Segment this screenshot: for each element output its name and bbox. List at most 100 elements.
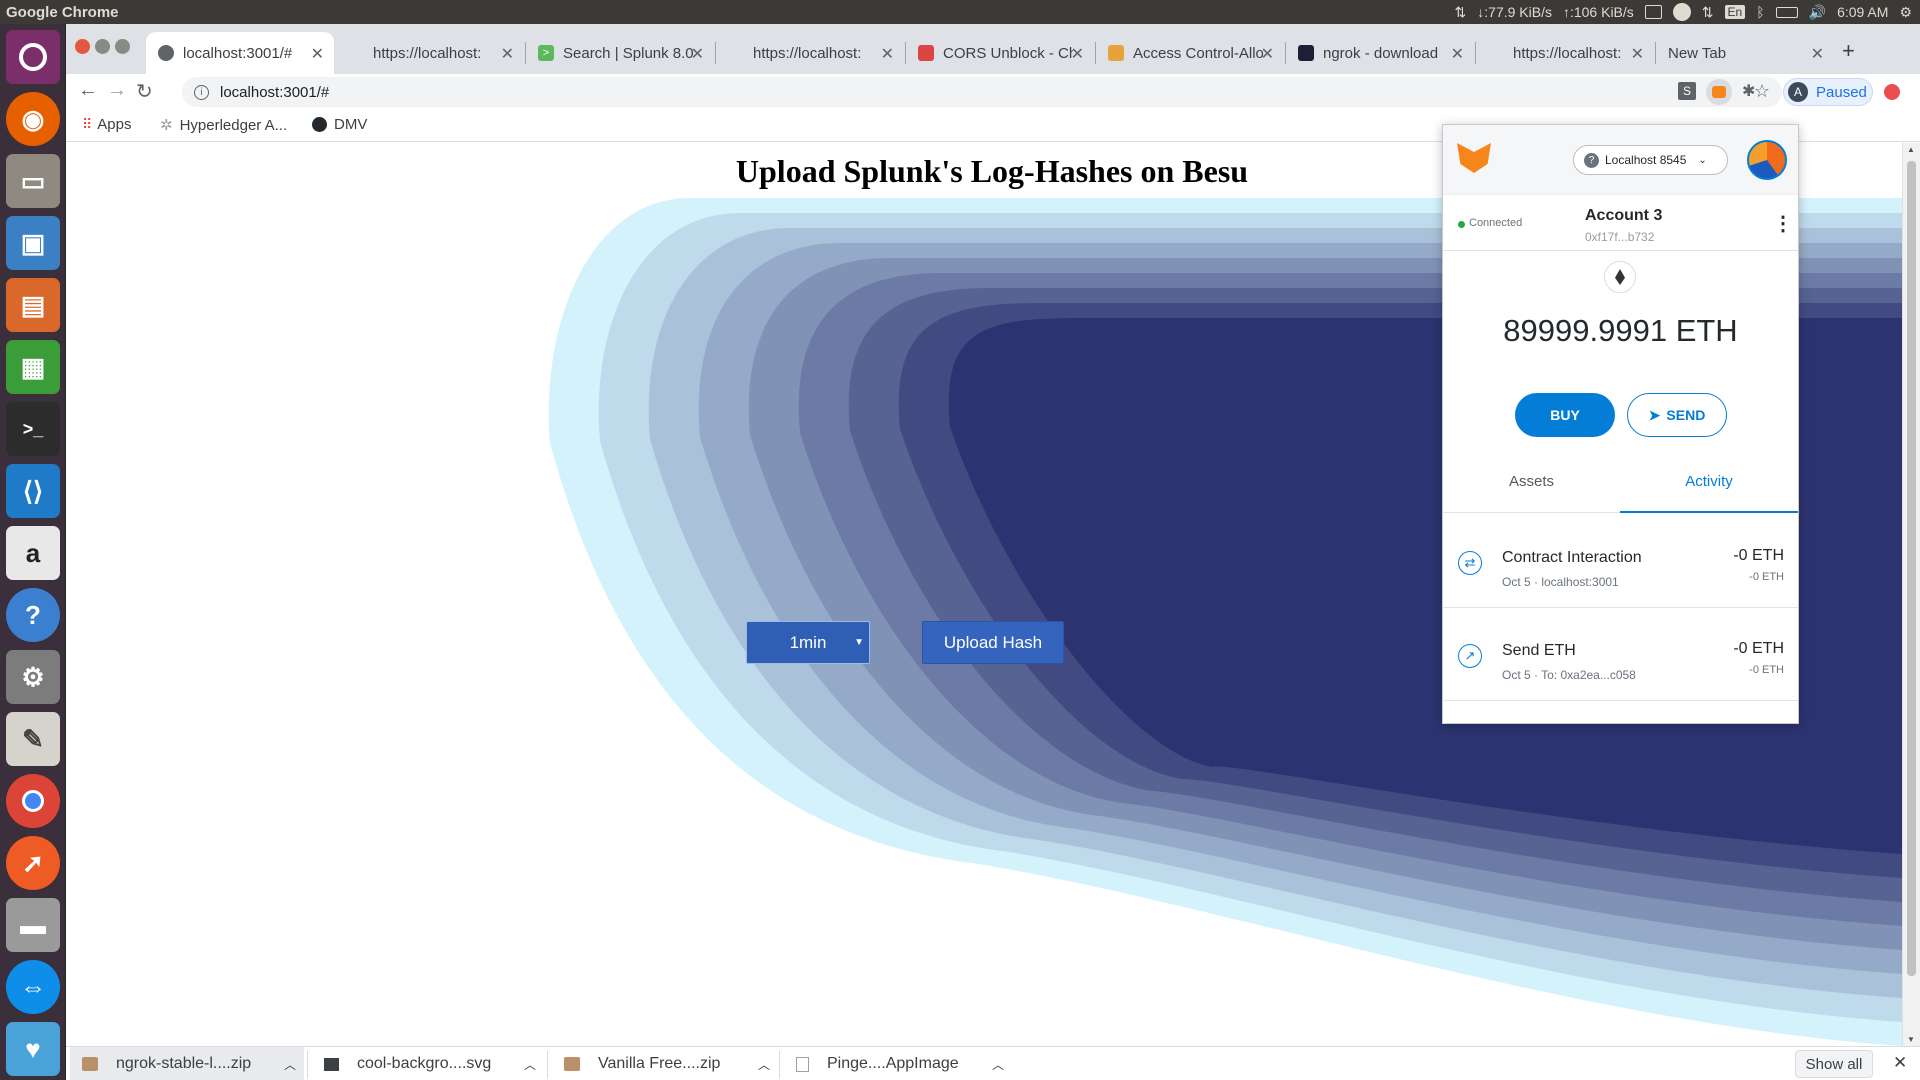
- vpn-icon[interactable]: ♥: [6, 1022, 60, 1076]
- close-tab-icon[interactable]: ✕: [691, 44, 704, 64]
- page-icon: [1488, 45, 1504, 61]
- new-tab-button[interactable]: +: [1842, 38, 1855, 64]
- image-viewer-icon[interactable]: ▣: [6, 216, 60, 270]
- chevron-up-icon[interactable]: ︿: [524, 1056, 536, 1073]
- tab-cors-unblock[interactable]: CORS Unblock - Chr ✕: [906, 32, 1094, 74]
- activity-item[interactable]: ⇄ Contract Interaction Oct 5 · localhost…: [1443, 516, 1798, 608]
- teamviewer-icon[interactable]: ⇔: [6, 960, 60, 1014]
- teamviewer-tray-icon[interactable]: [1672, 3, 1691, 21]
- close-window-button[interactable]: [75, 39, 90, 54]
- battery-icon[interactable]: [1775, 6, 1798, 18]
- clock[interactable]: 6:09 AM: [1837, 4, 1888, 20]
- settings-gear-icon[interactable]: ⚙: [1899, 4, 1912, 21]
- calc-icon[interactable]: ▦: [6, 340, 60, 394]
- bookmark-star-icon[interactable]: ☆: [1754, 81, 1770, 102]
- profile-button[interactable]: A Paused: [1783, 78, 1873, 106]
- page-scrollbar[interactable]: ▲ ▼: [1902, 143, 1920, 1046]
- connection-status[interactable]: Connected: [1469, 217, 1522, 229]
- send-button[interactable]: ➤ SEND: [1627, 393, 1727, 437]
- upload-hash-button[interactable]: Upload Hash: [922, 621, 1064, 664]
- tab-activity[interactable]: Activity: [1620, 473, 1798, 513]
- network-selector[interactable]: ? Localhost 8545 ⌄: [1573, 145, 1728, 175]
- transfer-icon: ⇅: [1454, 3, 1467, 20]
- tab-title: CORS Unblock - Chr: [943, 44, 1073, 62]
- amazon-icon[interactable]: a: [6, 526, 60, 580]
- show-all-downloads-button[interactable]: Show all: [1795, 1050, 1873, 1078]
- interval-select[interactable]: 1min ▼: [746, 621, 870, 664]
- close-download-shelf-icon[interactable]: ✕: [1893, 1053, 1907, 1073]
- impress-icon[interactable]: ▤: [6, 278, 60, 332]
- back-arrow-icon[interactable]: ←: [78, 79, 98, 102]
- account-address[interactable]: 0xf17f...b732: [1585, 230, 1654, 244]
- terminal-icon[interactable]: >_: [6, 402, 60, 456]
- splunk-extension-icon[interactable]: S: [1678, 82, 1696, 100]
- bookmark-apps[interactable]: ⠿ Apps: [82, 116, 131, 133]
- tab-access-control[interactable]: Access Control-Allo ✕: [1096, 32, 1284, 74]
- close-tab-icon[interactable]: ✕: [1071, 44, 1084, 64]
- tab-new-tab[interactable]: New Tab ✕: [1656, 32, 1834, 74]
- download-item[interactable]: cool-backgro....svg ︿: [312, 1047, 544, 1080]
- metamask-extension-icon[interactable]: [1706, 79, 1732, 105]
- tab-ngrok[interactable]: ngrok - download ✕: [1286, 32, 1474, 74]
- keyboard-layout[interactable]: En: [1724, 5, 1746, 19]
- close-tab-icon[interactable]: ✕: [1811, 44, 1824, 64]
- bookmark-dmv[interactable]: DMV: [312, 116, 367, 133]
- metamask-fox-icon: [1457, 143, 1491, 173]
- vscode-icon[interactable]: ⟨⟩: [6, 464, 60, 518]
- clipboard-icon[interactable]: [1644, 5, 1662, 19]
- tab-localhost-active[interactable]: localhost:3001/# ✕: [146, 32, 334, 74]
- download-item[interactable]: Vanilla Free....zip ︿: [552, 1047, 778, 1080]
- close-tab-icon[interactable]: ✕: [501, 44, 514, 64]
- puzzle-extension-icon[interactable]: ✱: [1742, 81, 1755, 101]
- account-name[interactable]: Account 3: [1585, 207, 1662, 225]
- info-icon[interactable]: i: [194, 84, 209, 100]
- network-icon[interactable]: ⇅: [1702, 4, 1714, 21]
- chevron-up-icon[interactable]: ︿: [758, 1056, 770, 1073]
- tab-localhost-2[interactable]: https://localhost: ✕: [336, 32, 524, 74]
- sync-error-icon[interactable]: [1884, 84, 1900, 100]
- chevron-up-icon[interactable]: ︿: [992, 1056, 1004, 1073]
- close-tab-icon[interactable]: ✕: [311, 44, 324, 64]
- disks-icon[interactable]: ▬: [6, 898, 60, 952]
- chrome-icon[interactable]: [6, 774, 60, 828]
- tab-splunk[interactable]: > Search | Splunk 8.0 ✕: [526, 32, 714, 74]
- tab-localhost-3[interactable]: https://localhost: ✕: [716, 32, 904, 74]
- postman-icon[interactable]: ➚: [6, 836, 60, 890]
- close-tab-icon[interactable]: ✕: [1451, 44, 1464, 64]
- forward-arrow-icon[interactable]: →: [107, 79, 127, 102]
- scroll-down-arrow-icon[interactable]: ▼: [1907, 1035, 1915, 1044]
- close-tab-icon[interactable]: ✕: [1631, 44, 1644, 64]
- archive-file-icon: [564, 1057, 580, 1071]
- address-bar[interactable]: i localhost:3001/# ☆: [182, 77, 1782, 107]
- tab-localhost-4[interactable]: https://localhost: ✕: [1476, 32, 1654, 74]
- chevron-up-icon[interactable]: ︿: [284, 1056, 296, 1073]
- firefox-icon[interactable]: ◉: [6, 92, 60, 146]
- bookmark-hyperledger[interactable]: ✲ Hyperledger A...: [160, 116, 287, 135]
- tab-assets[interactable]: Assets: [1443, 473, 1620, 513]
- url-text[interactable]: localhost:3001/#: [220, 84, 329, 101]
- download-item[interactable]: Pinge....AppImage ︿: [784, 1047, 1012, 1080]
- close-tab-icon[interactable]: ✕: [1261, 44, 1274, 64]
- account-bar: Connected Account 3 0xf17f...b732 ⋮: [1443, 195, 1798, 251]
- scroll-up-arrow-icon[interactable]: ▲: [1907, 145, 1915, 154]
- close-tab-icon[interactable]: ✕: [881, 44, 894, 64]
- maximize-window-button[interactable]: [115, 39, 130, 54]
- bluetooth-icon[interactable]: ᛒ: [1756, 4, 1764, 20]
- system-settings-icon[interactable]: ⚙: [6, 650, 60, 704]
- reload-icon[interactable]: ↻: [136, 79, 153, 104]
- kebab-menu-icon[interactable]: ⋮: [1773, 211, 1793, 236]
- buy-button[interactable]: BUY: [1515, 393, 1615, 437]
- download-item[interactable]: ngrok-stable-l....zip ︿: [70, 1047, 304, 1080]
- scrollbar-thumb[interactable]: [1907, 161, 1916, 976]
- ubuntu-dash-icon[interactable]: [6, 30, 60, 84]
- volume-icon[interactable]: 🔊: [1809, 4, 1826, 21]
- account-identicon[interactable]: [1747, 140, 1787, 180]
- tab-title: Access Control-Allo: [1133, 44, 1263, 62]
- tab-title: https://localhost:: [1513, 44, 1622, 62]
- unity-launcher: ◉ ▭ ▣ ▤ ▦ >_ ⟨⟩ a ? ⚙ ✎ ➚ ▬ ⇔ ♥: [0, 24, 66, 1080]
- help-icon[interactable]: ?: [6, 588, 60, 642]
- activity-item[interactable]: ↗ Send ETH Oct 5 · To: 0xa2ea...c058 -0 …: [1443, 609, 1798, 701]
- files-icon[interactable]: ▭: [6, 154, 60, 208]
- text-editor-icon[interactable]: ✎: [6, 712, 60, 766]
- minimize-window-button[interactable]: [95, 39, 110, 54]
